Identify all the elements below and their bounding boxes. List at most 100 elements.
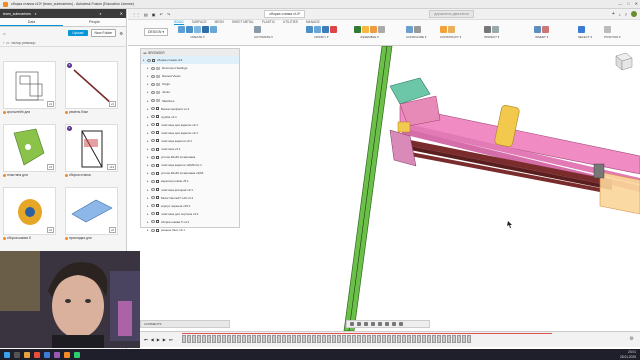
browser-component[interactable]: ▸ Балка профиля v1:1 (141, 105, 239, 113)
back-icon[interactable]: ‹ (3, 41, 4, 45)
visibility-eye-icon[interactable] (151, 123, 155, 127)
viewports-icon[interactable] (399, 322, 403, 326)
browser-component[interactable]: ▸ сборка шкива б v4:1 (141, 218, 239, 226)
browser-component[interactable]: ▸ пластина мотора2 v3:1 (141, 186, 239, 194)
timeline-feature-icon[interactable] (437, 335, 441, 343)
pattern-icon[interactable] (210, 26, 217, 33)
grid-menu-icon[interactable]: ⋮⋮ (132, 12, 140, 17)
visibility-eye-icon[interactable] (151, 99, 155, 103)
timeline-feature-icon[interactable] (382, 335, 386, 343)
tab-document[interactable]: держатель двигателя (429, 10, 474, 18)
tab-data[interactable]: Data (0, 18, 63, 26)
timeline-feature-icon[interactable] (407, 335, 411, 343)
undo-icon[interactable]: ↶ (160, 12, 163, 17)
visibility-eye-icon[interactable] (151, 171, 155, 175)
interference-icon[interactable] (492, 26, 499, 33)
timeline-feature-icon[interactable] (457, 335, 461, 343)
browser-component[interactable]: ▸ корпус зеркала v15:1 (141, 202, 239, 210)
redo-icon[interactable]: ↷ (167, 12, 170, 17)
tab-solid[interactable]: SOLID (174, 20, 184, 25)
timeline-feature-icon[interactable] (287, 335, 291, 343)
windows-start-icon[interactable] (4, 351, 10, 358)
visibility-eye-icon[interactable] (151, 179, 155, 183)
browser-folder[interactable]: ▸ Joints (141, 88, 239, 96)
data-item[interactable]: 5 v13 сборка станка (65, 124, 121, 180)
view-cube[interactable] (612, 50, 634, 72)
comments-panel[interactable]: COMMENTS (140, 320, 230, 328)
visibility-eye-icon[interactable] (151, 107, 155, 111)
fillet-icon[interactable] (314, 26, 321, 33)
insert-menu[interactable]: INSERT ▾ (534, 35, 549, 39)
select-menu[interactable]: SELECT ▾ (578, 35, 592, 39)
timeline-feature-icon[interactable] (207, 335, 211, 343)
visibility-eye-icon[interactable] (151, 228, 155, 232)
extrude-icon[interactable] (186, 26, 193, 33)
tab-document-active[interactable]: сборка станка v13* (264, 10, 306, 18)
file-explorer-icon[interactable] (24, 351, 30, 358)
bell-icon[interactable]: ♪ (619, 12, 621, 17)
timeline-feature-icon[interactable] (262, 335, 266, 343)
visibility-eye-icon[interactable] (151, 204, 155, 208)
browser-component[interactable]: ▸ пластина для портала v4:1 (141, 210, 239, 218)
file-icon[interactable]: ▤ (144, 12, 148, 17)
play-icon[interactable]: ▶ (157, 337, 160, 342)
pan-icon[interactable] (364, 322, 368, 326)
visibility-eye-icon[interactable] (151, 212, 155, 216)
avatar[interactable] (631, 11, 637, 17)
timeline-feature-icon[interactable] (377, 335, 381, 343)
orbit-icon[interactable] (350, 322, 354, 326)
go-to-end-icon[interactable]: ⏭ (169, 337, 173, 342)
browser-root[interactable]: ▸ сборка станка v13 (141, 56, 239, 65)
timeline-feature-icon[interactable] (352, 335, 356, 343)
configure-group[interactable]: CONFIGURE ▾ (406, 26, 426, 45)
visibility-eye-icon[interactable] (151, 155, 155, 159)
chamfer-icon[interactable] (322, 26, 329, 33)
browser-component[interactable]: ▸ уголок 40x40 штамповка (141, 153, 239, 161)
plus-icon[interactable]: + (612, 11, 615, 17)
hole-icon[interactable] (202, 26, 209, 33)
timeline-feature-icon[interactable] (327, 335, 331, 343)
timeline-feature-icon[interactable] (217, 335, 221, 343)
configure-menu[interactable]: CONFIGURE ▾ (406, 35, 426, 39)
timeline-feature-icon[interactable] (182, 335, 186, 343)
timeline-feature-icon[interactable] (372, 335, 376, 343)
timeline-feature-icon[interactable] (402, 335, 406, 343)
fit-icon[interactable] (378, 322, 382, 326)
step-back-icon[interactable]: ◀ (151, 337, 154, 342)
timeline-feature-icon[interactable] (312, 335, 316, 343)
timeline-feature-icon[interactable] (387, 335, 391, 343)
timeline-feature-icon[interactable] (427, 335, 431, 343)
measure-icon[interactable] (484, 26, 491, 33)
close-panel-icon[interactable]: ✕ (120, 11, 123, 16)
timeline-feature-icon[interactable] (432, 335, 436, 343)
browser-component[interactable]: ▸ пластина v3:1 (141, 145, 239, 153)
data-item[interactable]: v2 прокладка для (65, 187, 121, 243)
visibility-eye-icon[interactable] (151, 196, 155, 200)
visibility-eye-icon[interactable] (151, 74, 155, 78)
timeline-feature-icon[interactable] (362, 335, 366, 343)
timeline-feature-icon[interactable] (192, 335, 196, 343)
new-folder-button[interactable]: New Folder (90, 29, 117, 37)
axis-icon[interactable] (448, 26, 455, 33)
timeline-feature-icon[interactable] (317, 335, 321, 343)
timeline-feature-icon[interactable] (467, 335, 471, 343)
create-group[interactable]: CREATE ▾ (178, 26, 217, 45)
3d-viewport[interactable] (240, 45, 640, 332)
timeline-feature-icon[interactable] (197, 335, 201, 343)
browser-folder[interactable]: ▸ Origin (141, 80, 239, 88)
browser-header[interactable]: ◂◂ BROWSER (141, 49, 239, 56)
gear-icon[interactable]: ⚙ (630, 336, 634, 342)
joint-icon[interactable] (362, 26, 369, 33)
select-group[interactable]: SELECT ▾ (578, 26, 592, 45)
timeline-feature-icon[interactable] (462, 335, 466, 343)
telegram-icon[interactable] (44, 351, 50, 358)
timeline-feature-icon[interactable] (252, 335, 256, 343)
timeline-feature-icon[interactable] (267, 335, 271, 343)
construct-group[interactable]: CONSTRUCT ▾ (440, 26, 461, 45)
timeline-feature-icon[interactable] (447, 335, 451, 343)
obs-icon[interactable] (54, 351, 60, 358)
press-pull-icon[interactable] (306, 26, 313, 33)
timeline-feature-icon[interactable] (297, 335, 301, 343)
assemble-group[interactable]: ASSEMBLE ▾ (354, 26, 385, 45)
timeline-feature-icon[interactable] (237, 335, 241, 343)
